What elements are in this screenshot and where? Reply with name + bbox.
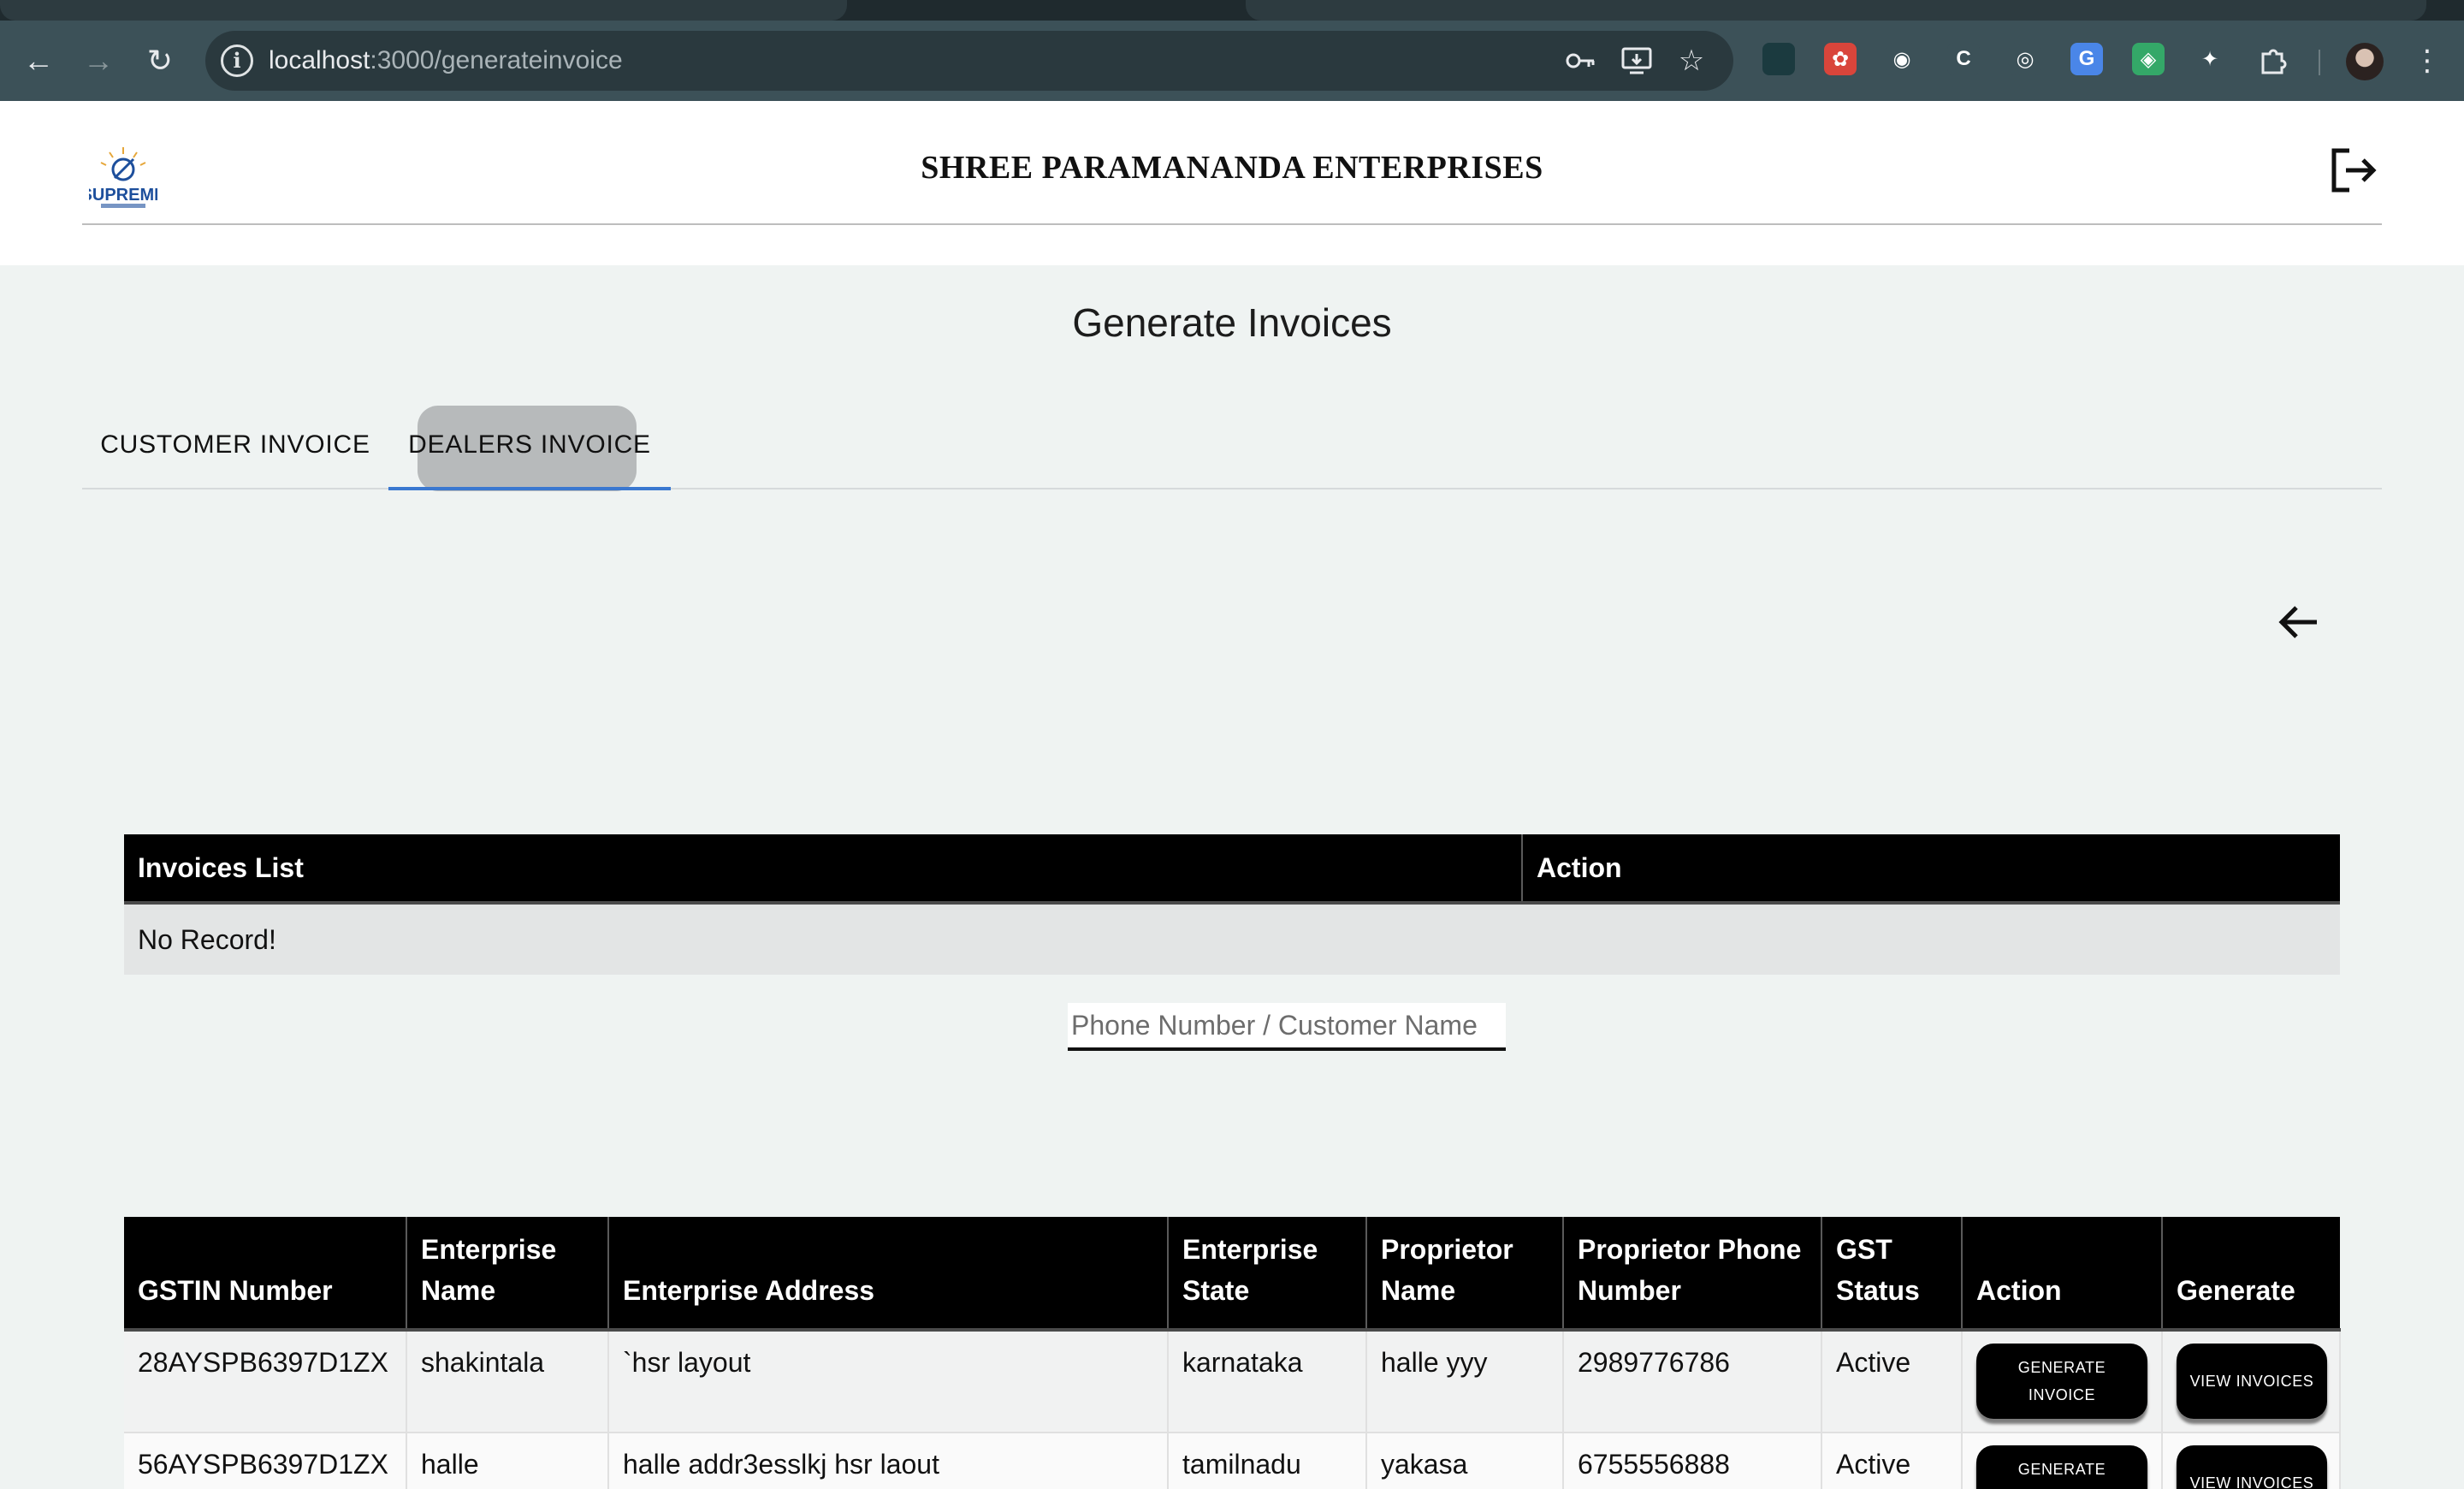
- url-path: :3000/generateinvoice: [370, 46, 623, 74]
- cell-address: `hsr layout: [608, 1328, 1169, 1433]
- extension-4-icon[interactable]: C: [1947, 43, 1980, 75]
- password-key-icon[interactable]: [1562, 43, 1598, 79]
- header-action: Action: [1522, 834, 2340, 903]
- view-invoices-button[interactable]: VIEW INVOICES: [2177, 1344, 2327, 1419]
- extensions-puzzle-icon[interactable]: [2255, 43, 2291, 79]
- generate-invoice-button[interactable]: GENERATE INVOICE: [1976, 1344, 2147, 1419]
- extension-3-icon[interactable]: ◉: [1886, 43, 1918, 75]
- cell-proprietor: yakasa: [1366, 1432, 1564, 1489]
- tab-label: DEALERS INVOICE: [408, 430, 651, 459]
- header-enterprise-state: Enterprise State: [1168, 1217, 1367, 1330]
- header-proprietor-name: Proprietor Name: [1366, 1217, 1564, 1330]
- active-tab-indicator: [388, 487, 671, 490]
- search-field[interactable]: [1068, 1003, 1506, 1051]
- back-arrow-icon[interactable]: [2276, 599, 2322, 645]
- view-invoices-button[interactable]: VIEW INVOICES: [2177, 1445, 2327, 1489]
- extension-1-icon[interactable]: [1762, 43, 1795, 75]
- browser-toolbar: ← → ↻ i localhost:3000/generateinvoice ☆…: [0, 21, 2464, 101]
- cell-gst-status: Active: [1821, 1328, 1963, 1433]
- cell-gst-status: Active: [1821, 1432, 1963, 1489]
- browser-tab-left[interactable]: [0, 0, 847, 21]
- logout-icon[interactable]: [2327, 144, 2380, 197]
- cell-address: halle addr3esslkj hsr laout: [608, 1432, 1169, 1489]
- cell-enterprise-name: halle: [406, 1432, 609, 1489]
- company-name: SHREE PARAMANANDA ENTERPRISES: [921, 150, 1543, 186]
- cell-generate: VIEW INVOICES: [2162, 1328, 2341, 1433]
- browser-tab-right[interactable]: [1246, 0, 2426, 21]
- invoices-table: Invoices List Action No Record!: [124, 834, 2340, 975]
- url-host: localhost: [269, 46, 370, 74]
- bookmark-star-icon[interactable]: ☆: [1673, 43, 1709, 79]
- svg-text:SUPREME: SUPREME: [89, 186, 157, 205]
- reload-icon[interactable]: ↻: [139, 39, 181, 82]
- dealers-table: GSTIN Number Enterprise Name Enterprise …: [124, 1217, 2341, 1489]
- page-title: Generate Invoices: [1072, 300, 1392, 345]
- browser-menu-icon[interactable]: ⋮: [2409, 43, 2445, 79]
- table-row: 28AYSPB6397D1ZX shakintala `hsr layout k…: [124, 1328, 2341, 1433]
- app-header: SUPREME SHREE PARAMANANDA ENTERPRISES: [0, 101, 2464, 265]
- toolbar-divider: [2319, 50, 2320, 75]
- install-app-icon[interactable]: [1619, 43, 1655, 79]
- header-gst-status: GST Status: [1821, 1217, 1963, 1330]
- site-info-icon[interactable]: i: [221, 44, 253, 77]
- extension-2-icon[interactable]: ✿: [1824, 43, 1857, 75]
- extension-7-icon[interactable]: ◈: [2132, 43, 2165, 75]
- cell-phone: 6755556888: [1563, 1432, 1822, 1489]
- cell-enterprise-name: shakintala: [406, 1328, 609, 1433]
- profile-avatar[interactable]: [2346, 43, 2384, 80]
- extension-5-icon[interactable]: ◎: [2009, 43, 2041, 75]
- browser-tab-strip: [0, 0, 2464, 21]
- forward-icon[interactable]: →: [77, 39, 120, 82]
- empty-state-text: No Record!: [124, 901, 2340, 975]
- cell-state: karnataka: [1168, 1328, 1367, 1433]
- table-header-row: GSTIN Number Enterprise Name Enterprise …: [124, 1217, 2340, 1330]
- header-action: Action: [1962, 1217, 2163, 1330]
- cell-action: GENERATE INVOICE: [1962, 1328, 2163, 1433]
- table-row: 56AYSPB6397D1ZX halle halle addr3esslkj …: [124, 1432, 2341, 1489]
- header-proprietor-phone: Proprietor Phone Number: [1563, 1217, 1822, 1330]
- header-generate: Generate: [2162, 1217, 2340, 1330]
- header-enterprise-address: Enterprise Address: [608, 1217, 1169, 1330]
- cell-action: GENERATE INVOICE: [1962, 1432, 2163, 1489]
- cell-state: tamilnadu: [1168, 1432, 1367, 1489]
- generate-invoice-button[interactable]: GENERATE INVOICE: [1976, 1445, 2147, 1489]
- extension-6-icon[interactable]: G: [2070, 43, 2103, 75]
- url-text[interactable]: localhost:3000/generateinvoice: [269, 46, 623, 75]
- tab-customer-invoice[interactable]: CUSTOMER INVOICE: [82, 402, 388, 488]
- search-input[interactable]: [1068, 1003, 1506, 1047]
- tab-label: CUSTOMER INVOICE: [100, 430, 370, 459]
- header-gstin-number: GSTIN Number: [124, 1217, 407, 1330]
- address-bar[interactable]: i localhost:3000/generateinvoice ☆: [205, 31, 1733, 91]
- cell-gstin: 28AYSPB6397D1ZX: [124, 1328, 407, 1433]
- cell-proprietor: halle yyy: [1366, 1328, 1564, 1433]
- header-divider: [82, 223, 2382, 225]
- tab-dealers-invoice[interactable]: DEALERS INVOICE: [388, 402, 671, 491]
- cell-phone: 2989776786: [1563, 1328, 1822, 1433]
- table-row: No Record!: [124, 901, 2340, 975]
- extension-8-icon[interactable]: ✦: [2194, 43, 2226, 75]
- table-header-row: Invoices List Action: [124, 834, 2340, 903]
- header-enterprise-name: Enterprise Name: [406, 1217, 609, 1330]
- back-icon[interactable]: ←: [17, 39, 60, 82]
- header-invoices-list: Invoices List: [124, 834, 1523, 903]
- cell-gstin: 56AYSPB6397D1ZX: [124, 1432, 407, 1489]
- cell-generate: VIEW INVOICES: [2162, 1432, 2341, 1489]
- invoice-tabs: CUSTOMER INVOICE DEALERS INVOICE: [82, 402, 2382, 491]
